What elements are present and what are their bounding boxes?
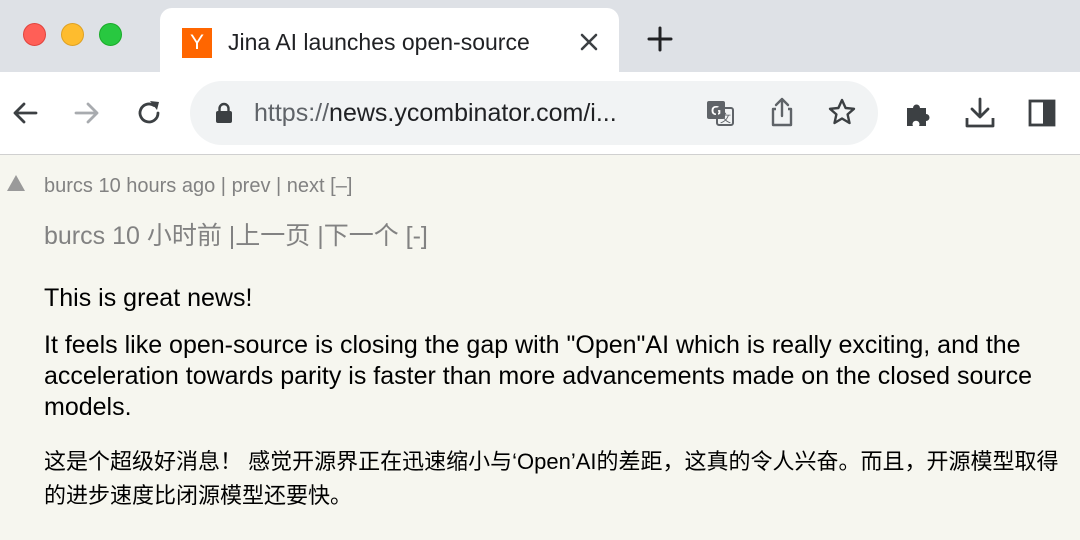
comment-paragraph: This is great news! [44,284,253,312]
browser-toolbar: https://news.ycombinator.com/i... G 文 [0,72,1080,155]
reload-icon[interactable] [133,97,165,129]
translate-icon[interactable]: G 文 [705,98,735,128]
comment-age-link[interactable]: 10 hours ago [98,175,215,197]
svg-text:文: 文 [720,111,731,125]
star-icon[interactable] [827,97,857,127]
forward-arrow-icon[interactable] [72,98,102,128]
puzzle-icon[interactable] [904,98,934,128]
new-tab-icon[interactable] [645,24,675,54]
minimize-window-button[interactable] [61,23,84,46]
address-bar[interactable]: https://news.ycombinator.com/i... G 文 [190,81,878,145]
share-icon[interactable] [767,96,797,128]
comment-paragraph-translated: 这是个超级好消息！ 感觉开源界正在迅速缩小与‘Open’AI的差距，这真的令人兴… [44,449,1059,508]
collapse-toggle[interactable]: [–] [330,175,352,197]
hacker-news-favicon-icon: Y [182,28,212,58]
zoom-window-button[interactable] [99,23,122,46]
lock-icon[interactable] [214,102,234,124]
tab-title: Jina AI launches open-source [228,29,530,55]
active-tab[interactable]: Y Jina AI launches open-source [160,8,619,72]
url-protocol: https:// [254,99,330,127]
prev-link[interactable]: prev [232,175,271,197]
comment-user-link[interactable]: burcs [44,175,93,197]
comment-meta-translated: burcs 10 小时前 |上一页 |下一个 [-] [44,222,428,250]
close-icon[interactable] [575,28,603,56]
comment-body: This is great news! It feels like open-s… [44,283,1074,513]
close-window-button[interactable] [23,23,46,46]
url-host: news.ycombinator.com/i... [329,99,617,127]
separator: | [220,175,226,197]
tab-strip: Y Jina AI launches open-source [0,0,1080,72]
back-arrow-icon[interactable] [10,98,40,128]
url-text: https://news.ycombinator.com/i... [254,96,684,130]
comment-meta: burcs 10 hours ago | prev | next [–] [44,172,352,200]
download-icon[interactable] [963,96,997,130]
side-panel-icon[interactable] [1027,98,1057,128]
next-link[interactable]: next [287,175,325,197]
separator: | [276,175,282,197]
upvote-arrow-icon[interactable] [7,175,25,191]
comment-paragraph: It feels like open-source is closing the… [44,331,1033,421]
